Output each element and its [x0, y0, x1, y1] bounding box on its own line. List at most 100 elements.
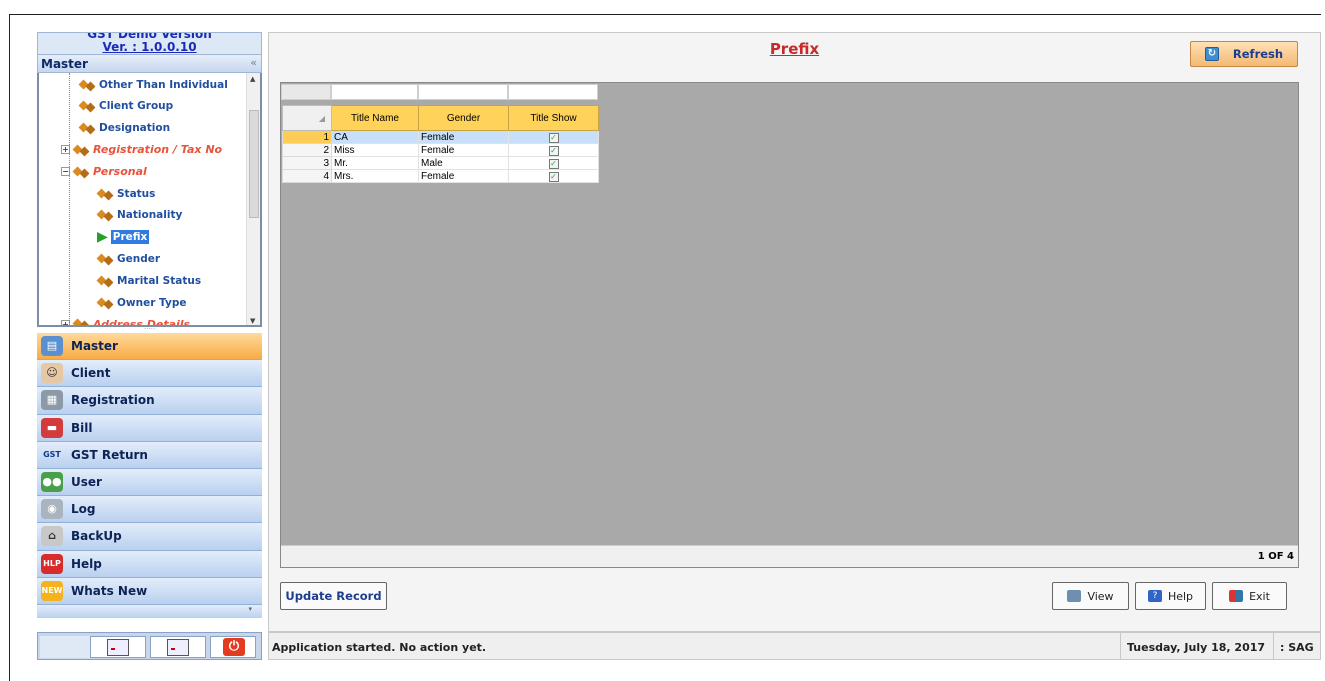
tree-node-designation[interactable]: Designation	[79, 120, 170, 137]
row-number[interactable]: 1	[282, 130, 332, 144]
nav-label: Whats New	[71, 583, 148, 598]
power-icon: ⏻	[223, 638, 245, 656]
tree-node-other-than-individual[interactable]: Other Than Individual	[79, 76, 228, 93]
cell-gender[interactable]: Female	[418, 130, 509, 144]
filter-title-name[interactable]	[331, 84, 418, 100]
status-bar: Application started. No action yet. Tues…	[268, 632, 1321, 660]
tree-node-label: Other Than Individual	[99, 78, 228, 91]
nav-overflow-chevron-icon[interactable]: ▾	[37, 604, 262, 618]
version-text: Ver. : 1.0.0.10	[102, 40, 197, 54]
table-row[interactable]: 4 Mrs. Female ✓	[282, 169, 599, 183]
tile-vertical-button[interactable]	[150, 636, 206, 658]
view-button[interactable]: View	[1052, 582, 1129, 610]
nav-registration-button[interactable]: ▦ Registration	[37, 387, 262, 415]
tree-node-label: Marital Status	[117, 274, 202, 287]
help-icon: HLP	[41, 553, 63, 574]
cell-title-name[interactable]: CA	[331, 130, 419, 144]
update-record-button[interactable]: Update Record	[280, 582, 387, 610]
cell-title-name[interactable]: Miss	[331, 143, 419, 157]
nav-client-button[interactable]: ☺ Client	[37, 360, 262, 388]
cell-gender[interactable]: Female	[418, 169, 509, 183]
tree-node-marital-status[interactable]: Marital Status	[97, 272, 201, 289]
tree-node-client-group[interactable]: Client Group	[79, 98, 173, 115]
nav-label: BackUp	[71, 529, 122, 544]
cell-title-show[interactable]: ✓	[508, 143, 599, 157]
nav-whats-new-button[interactable]: NEW Whats New	[37, 577, 262, 605]
tree-node-registration-tax-no[interactable]: + Registration / Tax No	[61, 141, 222, 158]
tree-node-label: Nationality	[117, 209, 183, 222]
tree-node-prefix[interactable]: ▶ Prefix	[97, 229, 150, 246]
title-show-checkbox[interactable]: ✓	[548, 145, 559, 156]
table-row[interactable]: 3 Mr. Male ✓	[282, 156, 599, 170]
view-icon	[1067, 590, 1082, 602]
nav-gst-return-button[interactable]: GST GST Return	[37, 441, 262, 469]
nav-backup-button[interactable]: ⌂ BackUp	[37, 523, 262, 551]
title-show-checkbox[interactable]: ✓	[548, 158, 559, 169]
nav-label: Log	[71, 502, 96, 517]
power-button[interactable]: ⏻	[210, 636, 256, 658]
status-date-text: Tuesday, July 18, 2017	[1127, 641, 1266, 654]
nav-bar: ▤ Master ☺ Client ▦ Registration ▬ Bill GST GST R…	[37, 333, 262, 618]
nav-help-button[interactable]: HLP Help	[37, 550, 262, 578]
blank-slot	[40, 636, 96, 658]
title-show-checkbox[interactable]: ✓	[548, 171, 559, 182]
scroll-thumb[interactable]	[249, 110, 259, 218]
tree-node-status[interactable]: Status	[97, 185, 155, 202]
nav-master-button[interactable]: ▤ Master	[37, 333, 262, 361]
help-button[interactable]: ? Help	[1135, 582, 1206, 610]
tree-node-label: Personal	[93, 165, 147, 179]
tree-node-personal[interactable]: − Personal	[61, 163, 147, 180]
table-row[interactable]: 1 CA Female ✓	[282, 130, 599, 144]
tree-node-label: Registration / Tax No	[93, 143, 223, 157]
tree-node-icon	[97, 253, 114, 265]
master-tree[interactable]: Other Than Individual Client Group Designa…	[37, 73, 262, 327]
tree-node-label: Client Group	[99, 100, 174, 113]
exit-button[interactable]: Exit	[1212, 582, 1287, 610]
tree-node-nationality[interactable]: Nationality	[97, 207, 182, 224]
refresh-button[interactable]: ↻ Refresh	[1190, 41, 1298, 67]
data-grid[interactable]: ◢ Title Name Gender Title Show 1 CA Female…	[280, 82, 1299, 568]
tree-node-label: Gender	[117, 252, 161, 265]
user-icon: ●●	[41, 472, 63, 493]
cell-title-name[interactable]: Mr.	[331, 156, 419, 170]
tree-scrollbar[interactable]: ▲ ▼	[246, 73, 260, 325]
tree-node-icon	[97, 209, 114, 221]
cell-title-name[interactable]: Mrs.	[331, 169, 419, 183]
nav-log-button[interactable]: ◉ Log	[37, 496, 262, 524]
column-header-title-show[interactable]: Title Show	[508, 105, 599, 131]
row-header-corner[interactable]: ◢	[282, 105, 332, 131]
tree-node-owner-type[interactable]: Owner Type	[97, 294, 186, 311]
tree-node-icon	[73, 144, 90, 156]
filter-title-show[interactable]	[508, 84, 598, 100]
column-header-title-name[interactable]: Title Name	[331, 105, 419, 131]
collapse-chevron-icon[interactable]: «	[250, 56, 257, 69]
help-icon: ?	[1147, 590, 1162, 602]
cell-gender[interactable]: Male	[418, 156, 509, 170]
row-number[interactable]: 2	[282, 143, 332, 157]
tree-node-label: Prefix	[110, 230, 150, 245]
tile-horizontal-button[interactable]	[90, 636, 146, 658]
title-show-checkbox[interactable]: ✓	[548, 132, 559, 143]
tree-node-label: Owner Type	[117, 296, 187, 309]
filter-corner	[281, 84, 331, 100]
scroll-down-icon[interactable]: ▼	[250, 317, 255, 325]
table-row[interactable]: 2 Miss Female ✓	[282, 143, 599, 157]
cell-gender[interactable]: Female	[418, 143, 509, 157]
tree-node-gender[interactable]: Gender	[97, 250, 160, 267]
refresh-label: Refresh	[1232, 47, 1284, 61]
cell-title-show[interactable]: ✓	[508, 156, 599, 170]
scroll-up-icon[interactable]: ▲	[250, 75, 255, 83]
records-table: ◢ Title Name Gender Title Show 1 CA Female…	[282, 105, 599, 183]
master-icon: ▤	[41, 336, 63, 357]
bottom-toolbar: ⏻	[37, 632, 262, 660]
column-header-gender[interactable]: Gender	[418, 105, 509, 131]
cell-title-show[interactable]: ✓	[508, 130, 599, 144]
nav-bill-button[interactable]: ▬ Bill	[37, 414, 262, 442]
main-panel: Prefix ↻ Refresh ◢ Title Name Gender Tit…	[268, 32, 1321, 632]
nav-user-button[interactable]: ●● User	[37, 468, 262, 497]
cell-title-show[interactable]: ✓	[508, 169, 599, 183]
row-number[interactable]: 4	[282, 169, 332, 183]
filter-gender[interactable]	[418, 84, 508, 100]
row-number[interactable]: 3	[282, 156, 332, 170]
tree-node-address-details[interactable]: + Address Details	[61, 316, 190, 325]
